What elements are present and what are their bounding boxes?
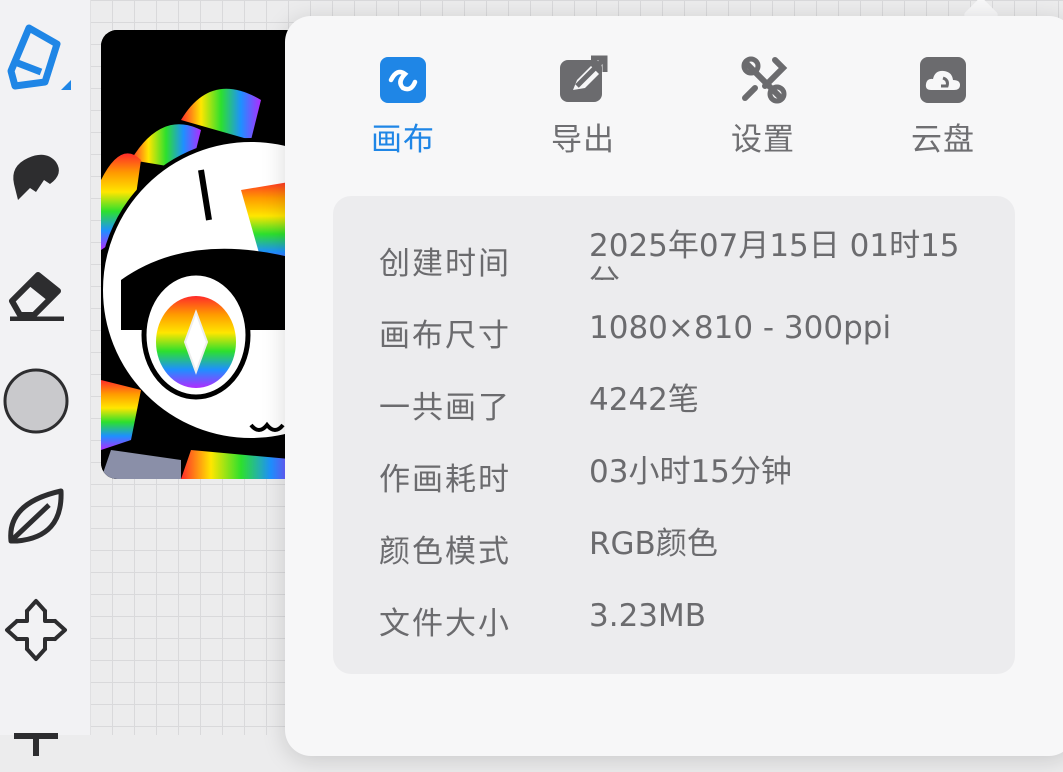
tab-canvas[interactable]: 画布 [343,54,463,159]
tab-settings-label: 设置 [731,122,795,158]
left-toolbar [0,0,91,756]
eraser-tool[interactable] [0,255,72,327]
info-key: 一共画了 [379,390,511,426]
tab-export[interactable]: 导出 [523,54,643,159]
brush-tool[interactable] [0,20,72,92]
canvas-info-popover: 画布 导出 设置 云盘 创建时间 2025年07月15日 01时15 画布尺寸 … [285,16,1063,756]
info-value: 1080×810 - 300ppi [589,310,892,346]
info-row-duration: 作画耗时 03小时15分钟 [333,454,1015,504]
cloud-drive-icon [920,57,966,103]
info-key: 创建时间 [379,246,511,282]
lasso-leaf-icon [8,488,64,544]
artwork-canvas[interactable] [101,30,301,479]
canvas-icon [380,57,426,103]
tab-settings[interactable]: 设置 [703,54,823,159]
info-value: 4242笔 [589,382,699,418]
info-value: 3.23MB [589,598,707,634]
move-arrows-icon [5,599,67,661]
canvas-info-card: 创建时间 2025年07月15日 01时15分 画布尺寸 1080×810 - … [333,196,1015,674]
smudge-icon [13,154,59,200]
tab-cloud[interactable]: 云盘 [883,54,1003,159]
info-row-strokes: 一共画了 4242笔 [333,382,1015,432]
info-value: RGB颜色 [589,526,718,562]
selection-tool[interactable] [0,480,72,552]
tab-cloud-label: 云盘 [911,122,975,158]
settings-tools-icon [741,56,788,104]
text-icon [14,733,58,756]
info-row-file-size: 文件大小 3.23MB [333,598,1015,648]
text-tool[interactable] [0,700,72,772]
info-key: 作画耗时 [379,462,511,498]
smudge-tool[interactable] [0,140,72,212]
info-row-created: 创建时间 2025年07月15日 01时15分 [333,228,1015,288]
info-value: 2025年07月15日 01时15分 [589,228,960,280]
color-swatch-icon [3,368,69,434]
tab-canvas-label: 画布 [371,122,435,158]
info-value: 03小时15分钟 [589,454,792,490]
color-tool[interactable] [0,365,72,437]
info-key: 文件大小 [379,606,511,642]
artwork-image [101,30,301,479]
info-key: 画布尺寸 [379,318,511,354]
eraser-icon [9,272,64,321]
info-row-color-mode: 颜色模式 RGB颜色 [333,526,1015,576]
tab-export-label: 导出 [551,122,615,158]
brush-icon [7,24,71,90]
info-row-size: 画布尺寸 1080×810 - 300ppi [333,310,1015,360]
info-key: 颜色模式 [379,534,511,570]
export-icon [560,55,608,102]
transform-tool[interactable] [0,594,72,666]
